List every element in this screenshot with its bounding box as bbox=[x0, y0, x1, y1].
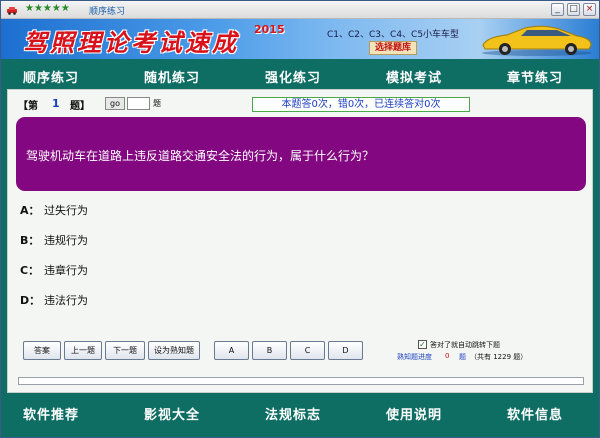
option-b-letter: B： bbox=[20, 234, 40, 247]
car-app-icon bbox=[7, 7, 17, 15]
practice-panel: 【第 1 题】 go 题 本题答0次，错0次，已连续答对0次 驾驶机动车在道路上… bbox=[7, 89, 593, 393]
answer-button[interactable]: 答案 bbox=[23, 341, 61, 360]
nav-software-info[interactable]: 软件信息 bbox=[507, 404, 563, 423]
next-question-button[interactable]: 下一题 bbox=[105, 341, 145, 360]
nav-intensive-practice[interactable]: 强化练习 bbox=[265, 67, 321, 86]
rating-stars: ★★★★★ bbox=[25, 3, 70, 14]
auto-next-label: 答对了就自动跳转下题 bbox=[430, 341, 500, 349]
prev-question-button[interactable]: 上一题 bbox=[64, 341, 102, 360]
bottom-nav: 软件推荐 影视大全 法规标志 使用说明 软件信息 bbox=[1, 393, 599, 437]
question-number-suffix: 题】 bbox=[70, 101, 90, 112]
top-nav: 顺序练习 随机练习 强化练习 模拟考试 章节练习 bbox=[1, 59, 599, 89]
nav-traffic-signs[interactable]: 法规标志 bbox=[265, 404, 321, 423]
minimize-button[interactable]: _ bbox=[551, 3, 564, 16]
go-button[interactable]: go bbox=[105, 97, 125, 110]
nav-software-recommend[interactable]: 软件推荐 bbox=[23, 404, 79, 423]
option-a-text: 过失行为 bbox=[44, 204, 88, 217]
choose-d-button[interactable]: D bbox=[328, 341, 363, 360]
familiar-count-unit: 题 bbox=[459, 353, 466, 361]
option-c-text: 违章行为 bbox=[44, 264, 88, 277]
car-illustration bbox=[482, 25, 592, 56]
set-familiar-button[interactable]: 设为熟知题 bbox=[148, 341, 200, 360]
banner: 驾照理论考试速成 2015 C1、C2、C3、C4、C5小车车型 选择题库 bbox=[1, 19, 599, 59]
option-a[interactable]: A： 过失行为 bbox=[20, 202, 88, 218]
option-d[interactable]: D： 违法行为 bbox=[20, 292, 88, 308]
car-types-label: C1、C2、C3、C4、C5小车车型 bbox=[327, 30, 460, 40]
choose-c-button[interactable]: C bbox=[290, 341, 325, 360]
question-number: 1 bbox=[52, 97, 60, 110]
window-title: 顺序练习 bbox=[89, 7, 126, 17]
option-a-letter: A： bbox=[20, 204, 40, 217]
familiar-progress-bar bbox=[18, 377, 584, 385]
app-title: 驾照理论考试速成 bbox=[23, 28, 239, 57]
nav-sequential-practice[interactable]: 顺序练习 bbox=[23, 67, 79, 86]
maximize-button[interactable]: □ bbox=[567, 3, 580, 16]
app-window: ★★★★★ 顺序练习 _ □ × 驾照理论考试速成 2015 C1、C2、C3、… bbox=[0, 0, 600, 438]
option-d-text: 违法行为 bbox=[44, 294, 88, 307]
nav-instructions[interactable]: 使用说明 bbox=[386, 404, 442, 423]
jump-question-input[interactable] bbox=[127, 97, 150, 110]
option-d-letter: D： bbox=[20, 294, 41, 307]
jump-question-unit: 题 bbox=[153, 99, 161, 108]
total-questions: （共有 1229 题） bbox=[470, 353, 528, 361]
nav-mock-exam[interactable]: 模拟考试 bbox=[386, 67, 442, 86]
nav-chapter-practice[interactable]: 章节练习 bbox=[507, 67, 563, 86]
option-c[interactable]: C： 违章行为 bbox=[20, 262, 88, 278]
app-year: 2015 bbox=[254, 23, 285, 36]
option-c-letter: C： bbox=[20, 264, 40, 277]
answer-stats: 本题答0次，错0次，已连续答对0次 bbox=[252, 97, 470, 112]
question-box: 驾驶机动车在道路上违反道路交通安全法的行为，属于什么行为？ bbox=[16, 117, 586, 191]
familiar-count: 0 bbox=[445, 352, 450, 360]
question-text: 驾驶机动车在道路上违反道路交通安全法的行为，属于什么行为？ bbox=[26, 149, 375, 163]
choose-b-button[interactable]: B bbox=[252, 341, 287, 360]
option-b[interactable]: B： 违规行为 bbox=[20, 232, 88, 248]
nav-video-collection[interactable]: 影视大全 bbox=[144, 404, 200, 423]
title-bar[interactable]: ★★★★★ 顺序练习 _ □ × bbox=[1, 1, 599, 19]
close-button[interactable]: × bbox=[583, 3, 596, 16]
auto-next-checkbox[interactable]: ✓ bbox=[418, 340, 427, 349]
familiar-progress-label: 熟知题进度 bbox=[397, 353, 432, 361]
nav-random-practice[interactable]: 随机练习 bbox=[144, 67, 200, 86]
select-bank-button[interactable]: 选择题库 bbox=[369, 41, 417, 55]
question-number-prefix: 【第 bbox=[18, 101, 38, 112]
option-b-text: 违规行为 bbox=[44, 234, 88, 247]
choose-a-button[interactable]: A bbox=[214, 341, 249, 360]
